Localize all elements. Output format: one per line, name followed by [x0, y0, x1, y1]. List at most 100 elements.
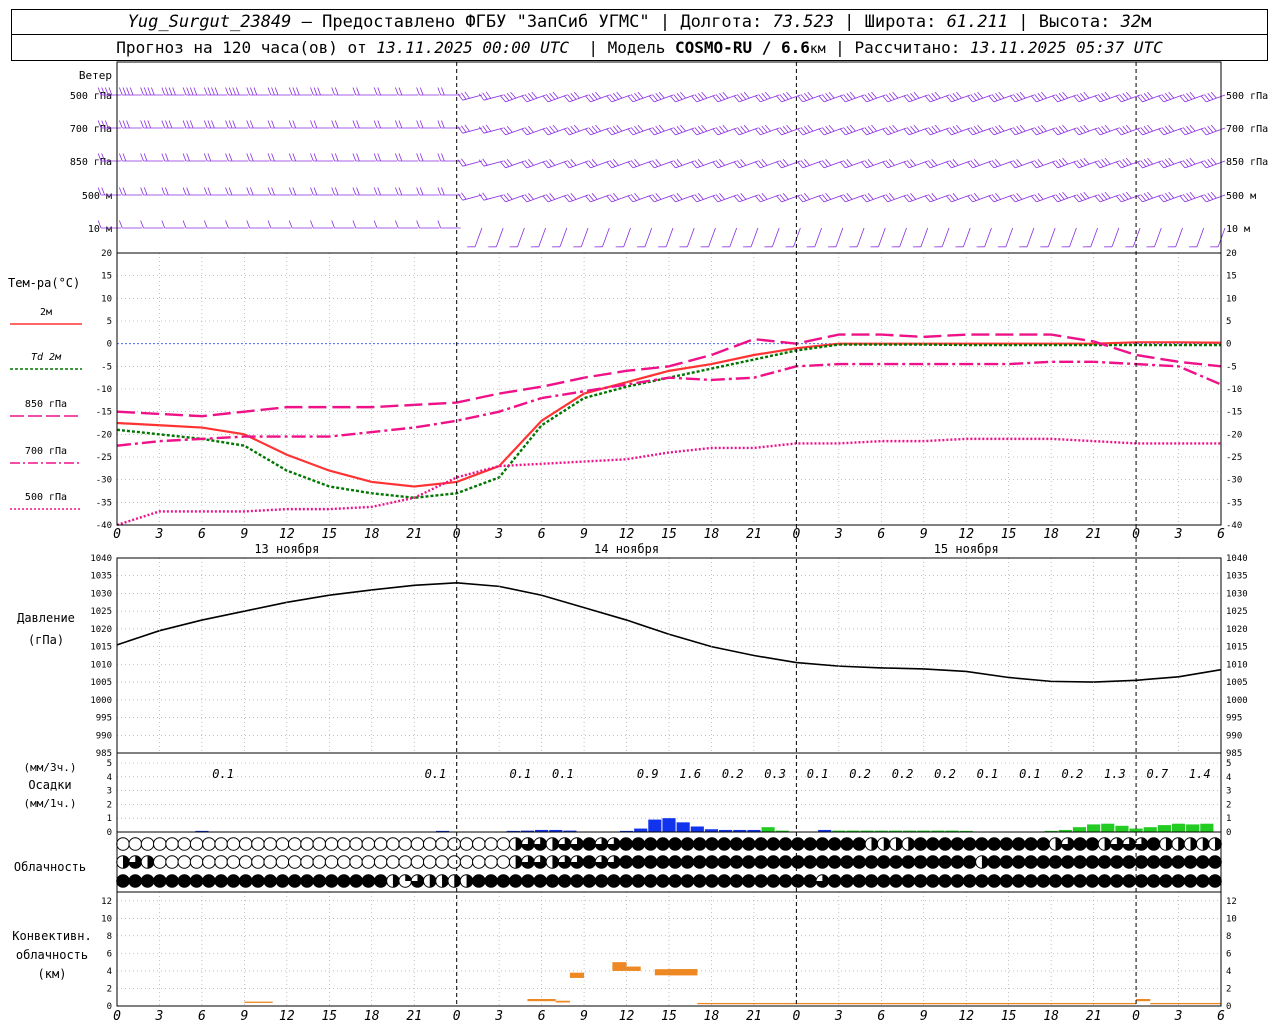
cloud-symbol: [938, 855, 952, 869]
wind-barb: [140, 120, 164, 129]
day-label: 13 ноября: [254, 542, 319, 556]
cloud-symbol: [570, 855, 584, 869]
cloud-symbol: [1208, 837, 1222, 851]
conv-bar: [569, 972, 585, 978]
cloud-symbol: [950, 874, 965, 888]
wind-barb: [691, 193, 716, 203]
cloud-symbol: [1183, 855, 1198, 869]
cloud-symbol: [631, 837, 646, 851]
conv-ylabel: (км): [38, 967, 67, 981]
wind-barb: [584, 159, 610, 169]
cloud-symbol: [852, 874, 867, 888]
temp-tick-right: 15: [1226, 272, 1237, 282]
wind-barb: [1061, 227, 1077, 248]
press-tick-left: 1025: [90, 607, 112, 617]
cloud-symbol: [275, 837, 290, 851]
cloud-symbol: [349, 874, 363, 888]
conv-x-tick: 0: [113, 1009, 121, 1024]
conv-x-tick: 21: [1086, 1009, 1102, 1024]
cloud-symbol: [680, 855, 695, 869]
cloud-symbol: [398, 874, 413, 888]
cloud-symbol: [1085, 874, 1100, 888]
cloud-symbol: [1060, 837, 1075, 851]
temperature-panel: 20 20 15 15 10 10 5 5 0 0 -5 -5 -10 -10 -15 -15 -20 -20 -2…: [8, 249, 1242, 556]
cloud-symbol: [545, 874, 560, 888]
wind-barb: [119, 187, 143, 196]
wind-barb: [797, 91, 822, 103]
wind-barb: [457, 192, 483, 201]
wind-barb: [754, 193, 780, 203]
wind-barb: [1094, 124, 1119, 136]
press-tick-left: 1015: [90, 643, 112, 653]
wind-barb: [437, 220, 461, 229]
wind-barb: [1030, 193, 1056, 203]
cloud-symbol: [901, 855, 916, 869]
wind-barb: [563, 124, 589, 136]
wind-panel: Ветер 500 гПа 500 гПа 700 гПа 700 гПа 850 гПа…: [70, 69, 1268, 248]
cloud-symbol: [238, 837, 253, 851]
wind-barb: [1179, 191, 1204, 203]
wind-barb: [395, 153, 419, 162]
wind-barb: [331, 120, 355, 129]
press-tick-right: 995: [1226, 714, 1242, 724]
wind-barb: [627, 91, 652, 103]
temp-tick-right: -20: [1226, 430, 1242, 440]
wind-barb: [288, 220, 313, 229]
wind-barb: [310, 120, 334, 129]
cloud-symbol: [1110, 855, 1124, 869]
cloud-symbol: [840, 837, 854, 851]
wind-barb: [331, 187, 355, 196]
cloud-symbol: [1195, 837, 1210, 851]
day-label: 15 ноября: [934, 542, 999, 556]
wind-barb: [924, 159, 950, 169]
cloud-symbol: [226, 837, 241, 851]
conv-x-tick: 18: [364, 1009, 380, 1024]
cloud-symbol: [803, 837, 817, 851]
wind-barb: [182, 153, 206, 162]
wind-level-label-right: 500 м: [1226, 191, 1256, 202]
wind-barb: [988, 193, 1013, 203]
wind-barb: [1179, 124, 1204, 136]
wind-barb: [988, 91, 1013, 103]
cloud-symbol: [189, 874, 204, 888]
cloud-symbol: [116, 874, 130, 888]
cloud-symbol: [876, 855, 891, 869]
wind-barb: [924, 124, 950, 136]
temp-x-tick: 9: [240, 527, 248, 542]
conv-title-1: Конвективн.: [12, 929, 91, 943]
cloud-symbol: [987, 855, 1001, 869]
cloud-symbol: [459, 855, 474, 869]
temp-tick-right: -40: [1226, 521, 1242, 531]
wind-barb: [182, 87, 206, 96]
conv-x-tick: 15: [661, 1009, 677, 1024]
wind-barb: [182, 187, 206, 196]
conv-x-tick: 9: [580, 1009, 588, 1024]
wind-barb: [669, 124, 695, 136]
wind-barb: [119, 87, 143, 96]
wind-barb: [1030, 91, 1056, 103]
wind-barb: [246, 153, 270, 162]
conv-tick-right: 2: [1226, 984, 1231, 994]
cloud-symbol: [864, 837, 879, 851]
wind-barb: [700, 227, 716, 248]
wind-barb: [818, 159, 843, 169]
conv-tick-right: 6: [1226, 949, 1231, 959]
precip-3h-total: 0.1: [425, 767, 447, 781]
cloud-symbol: [607, 855, 621, 869]
conv-title-2: облачность: [16, 948, 88, 962]
temp-tick-left: -35: [96, 498, 112, 508]
wind-barb: [988, 124, 1013, 136]
cloud-symbol: [116, 837, 130, 851]
cloud-symbol: [827, 855, 842, 869]
cloud-symbol: [153, 874, 167, 888]
cloud-symbol: [1073, 837, 1087, 851]
cloud-symbol: [926, 855, 940, 869]
precip-bar: [1115, 825, 1129, 832]
wind-barb: [712, 159, 737, 169]
cloud-symbol: [275, 855, 290, 869]
wind-barb: [903, 124, 928, 136]
cloud-symbol: [582, 837, 597, 851]
wind-barb: [818, 91, 843, 103]
cloud-symbol: [496, 855, 511, 869]
cloud-symbol: [864, 855, 879, 869]
